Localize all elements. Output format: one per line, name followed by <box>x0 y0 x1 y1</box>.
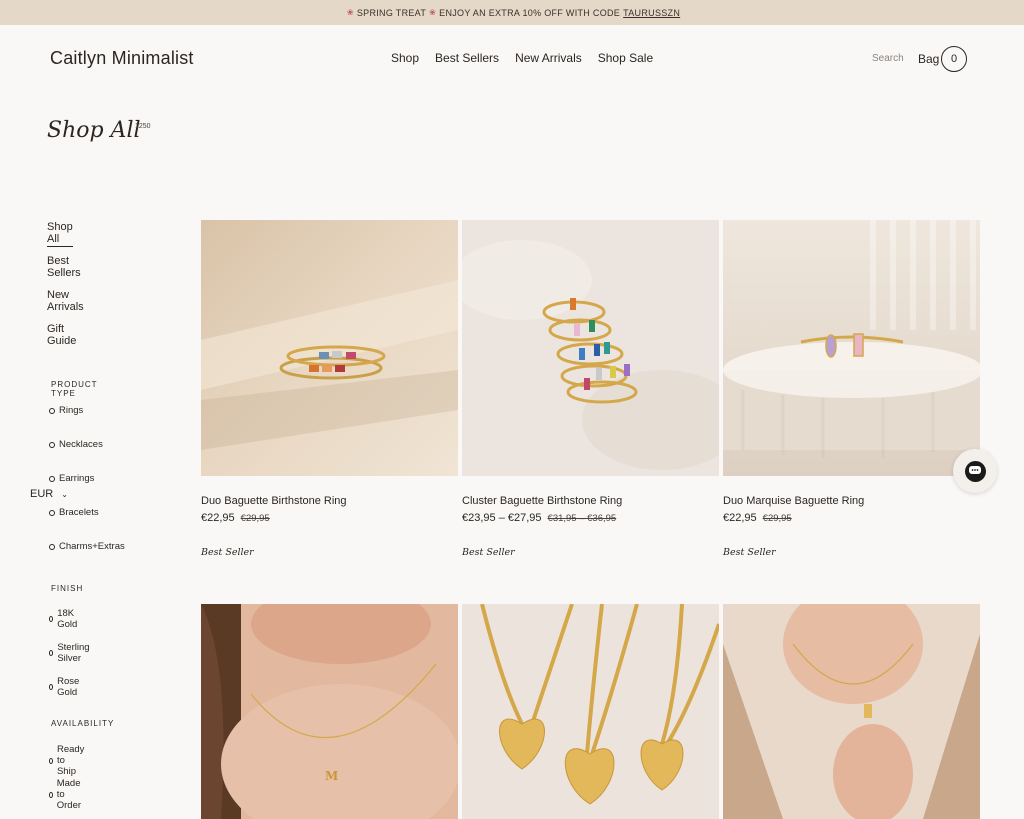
product-name[interactable]: Duo Marquise Baguette Ring <box>723 495 864 507</box>
tulip-icon: ❀ <box>346 8 354 17</box>
radio-icon <box>49 441 55 448</box>
filter-option-18k-gold[interactable]: 18K Gold <box>49 608 79 630</box>
best-seller-badge: Best Seller <box>462 547 515 558</box>
filter-option-charms-extras[interactable]: Charms+Extras <box>49 541 125 552</box>
site-logo[interactable]: Caitlyn Minimalist <box>50 48 194 69</box>
original-price: €29,95 <box>240 513 270 524</box>
product-image-initial-necklace[interactable]: M <box>201 604 458 819</box>
filter-option-necklaces[interactable]: Necklaces <box>49 439 103 450</box>
promo-bar: ❀ SPRING TREAT ❀ ENJOY AN EXTRA 10% OFF … <box>0 0 1024 25</box>
facet-heading-product-type: PRODUCT TYPE <box>51 380 98 398</box>
search-link[interactable]: Search <box>872 53 904 64</box>
filter-label: Rose Gold <box>57 676 80 698</box>
nav-best-sellers[interactable]: Best Sellers <box>435 51 499 65</box>
product-name[interactable]: Duo Baguette Birthstone Ring <box>201 495 347 507</box>
product-price: €22,95 €29,95 <box>201 512 270 524</box>
promo-code[interactable]: TAURUSSZN <box>623 8 680 18</box>
radio-icon <box>49 757 53 764</box>
sidebar-link-best-sellers[interactable]: Best Sellers <box>47 255 81 279</box>
svg-text:M: M <box>325 769 338 783</box>
product-count: 1250 <box>135 123 151 130</box>
filter-option-ready-to-ship[interactable]: Ready to Ship <box>49 744 86 777</box>
filter-label: Earrings <box>59 473 95 484</box>
filter-option-bracelets[interactable]: Bracelets <box>49 507 99 518</box>
product-name[interactable]: Cluster Baguette Birthstone Ring <box>462 495 622 507</box>
tulip-icon: ❀ <box>429 8 437 17</box>
filter-label: 18K Gold <box>57 608 78 630</box>
product-image-tag-necklace[interactable] <box>723 604 980 819</box>
filter-option-sterling-silver[interactable]: Sterling Silver <box>49 642 91 664</box>
chat-button[interactable] <box>953 449 997 493</box>
nav-shop[interactable]: Shop <box>391 51 419 65</box>
product-price: €22,95 €29,95 <box>723 512 792 524</box>
sidebar-link-new-arrivals[interactable]: New Arrivals <box>47 289 84 313</box>
page-title: Shop All <box>47 118 141 143</box>
radio-icon <box>49 543 55 550</box>
product-price: €23,95 – €27,95 €31,95 – €36,95 <box>462 512 616 524</box>
filter-option-rings[interactable]: Rings <box>49 405 83 416</box>
product-image-heart-locket[interactable] <box>462 604 719 819</box>
nav-shop-sale[interactable]: Shop Sale <box>598 51 653 65</box>
radio-icon <box>49 616 54 622</box>
filter-label: Charms+Extras <box>59 541 125 552</box>
bag-link[interactable]: Bag <box>918 52 939 66</box>
filter-label: Made to Order <box>56 778 82 811</box>
product-image-duo-marquise[interactable] <box>723 220 980 476</box>
filter-option-earrings[interactable]: Earrings <box>49 473 94 484</box>
radio-icon <box>49 684 54 690</box>
product-image-duo-baguette[interactable] <box>201 220 458 476</box>
facet-heading-availability: AVAILABILITY <box>51 719 115 728</box>
radio-icon <box>49 650 54 656</box>
radio-icon <box>49 475 55 482</box>
chevron-down-icon: ⌄ <box>61 489 68 499</box>
filter-label: Bracelets <box>59 507 99 518</box>
current-price: €22,95 <box>723 512 757 524</box>
currency-label: EUR <box>30 488 54 500</box>
radio-icon <box>49 791 53 798</box>
radio-icon <box>49 407 55 414</box>
radio-icon <box>49 509 55 516</box>
promo-text: SPRING TREAT <box>356 7 427 18</box>
filter-option-rose-gold[interactable]: Rose Gold <box>49 676 81 698</box>
original-price: €29,95 <box>762 513 792 524</box>
nav-new-arrivals[interactable]: New Arrivals <box>515 51 582 65</box>
bag-count-badge[interactable]: 0 <box>941 46 967 72</box>
original-price: €31,95 – €36,95 <box>547 513 617 524</box>
filter-label: Necklaces <box>59 439 103 450</box>
facet-heading-finish: FINISH <box>51 584 84 593</box>
site-header: Caitlyn Minimalist Shop Best Sellers New… <box>0 25 1024 91</box>
filter-label: Ready to Ship <box>56 744 85 777</box>
product-image-cluster-baguette[interactable] <box>462 220 719 476</box>
best-seller-badge: Best Seller <box>723 547 776 558</box>
filter-label: Sterling Silver <box>57 642 90 664</box>
chat-bubble-icon <box>964 460 986 482</box>
current-price: €22,95 <box>201 512 235 524</box>
sidebar-link-shop-all[interactable]: Shop All <box>47 221 73 247</box>
current-price: €23,95 – €27,95 <box>462 512 542 524</box>
promo-text-2: ENJOY AN EXTRA 10% OFF WITH CODE <box>439 7 621 18</box>
sidebar-link-gift-guide[interactable]: Gift Guide <box>47 323 76 347</box>
filter-option-made-to-order[interactable]: Made to Order <box>49 778 83 811</box>
main-nav: Shop Best Sellers New Arrivals Shop Sale <box>391 51 653 65</box>
best-seller-badge: Best Seller <box>201 547 254 558</box>
filter-label: Rings <box>59 405 84 416</box>
currency-selector[interactable]: EUR ⌄ <box>30 488 68 500</box>
